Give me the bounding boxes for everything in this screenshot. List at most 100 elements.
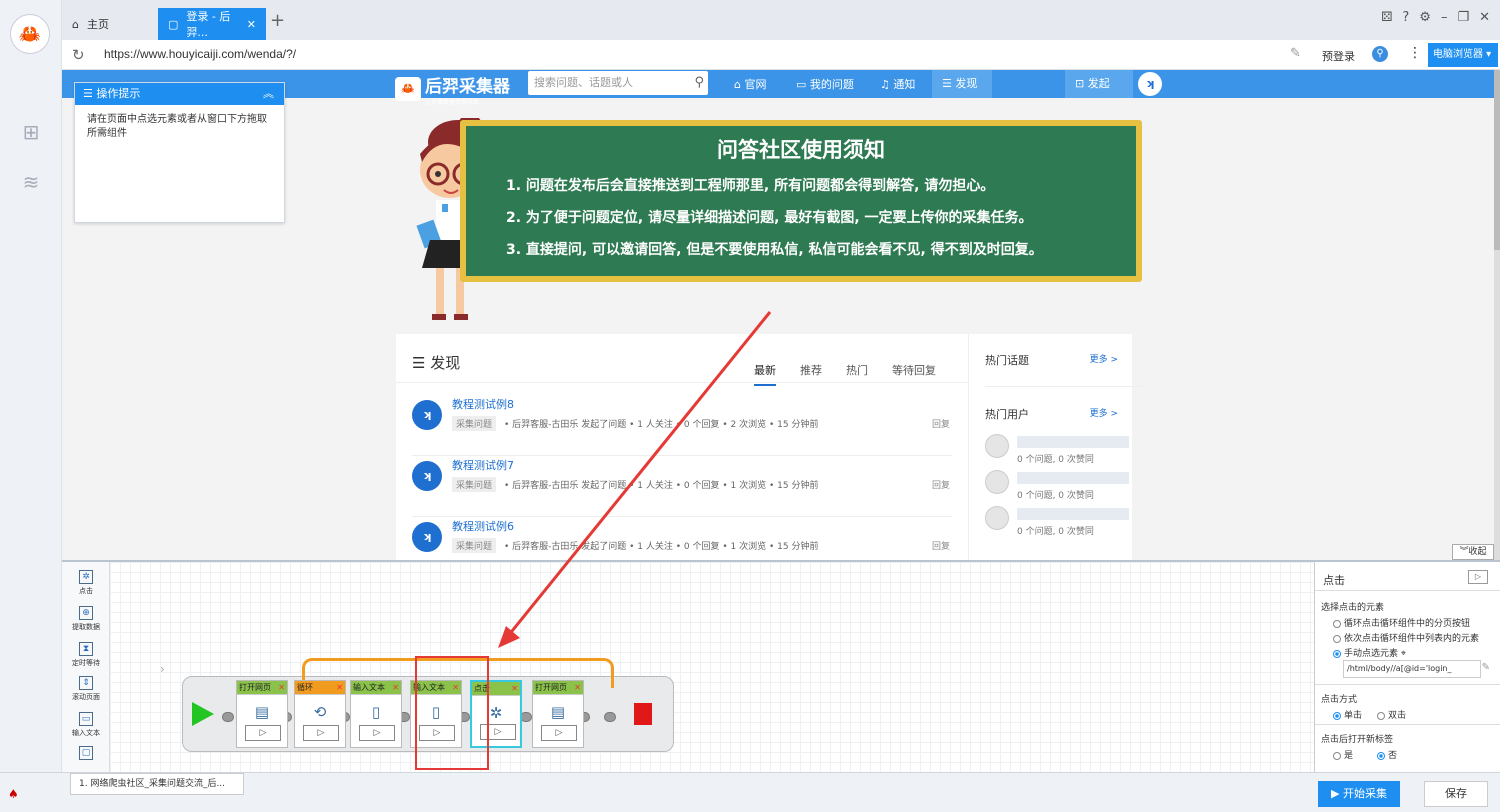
nav-notifications[interactable]: ♫ 通知 — [880, 76, 915, 92]
extension-icon[interactable]: ⚲ — [1372, 46, 1388, 62]
nav-my-questions[interactable]: ▭ 我的问题 — [796, 76, 854, 92]
new-tab-label: 点击后打开新标签 — [1321, 735, 1394, 745]
tool-scroll[interactable]: ⇕ 滚动页面 — [68, 676, 104, 702]
prelogin-button[interactable]: 预登录 — [1322, 48, 1355, 64]
text-input-icon: ▭ — [79, 712, 93, 726]
tool-more[interactable]: ▢ — [68, 746, 104, 762]
site-logo[interactable]: 🦀 后羿采集器 让采集数据变得简单 — [395, 72, 510, 106]
question-meta: • 后羿客服-古田乐 发起了问题 • 1 人关注 • 0 个回复 • 1 次浏览… — [504, 542, 819, 552]
tool-wait[interactable]: ⧗ 定时等待 — [68, 642, 104, 668]
restore-icon[interactable]: ❐ — [1457, 10, 1469, 25]
start-node[interactable] — [186, 682, 220, 746]
avatar[interactable] — [985, 506, 1009, 530]
question-meta: • 后羿客服-古田乐 发起了问题 • 1 人关注 • 0 个回复 • 2 次浏览… — [504, 420, 819, 430]
edit-icon[interactable]: ✎ — [1482, 662, 1490, 673]
user-avatar[interactable]: ʞ — [1138, 72, 1162, 96]
topic-tag[interactable]: 采集问题 — [452, 477, 497, 492]
start-collect-button[interactable]: ▶ 开始采集 — [1318, 781, 1400, 807]
close-icon[interactable]: ✕ — [336, 681, 343, 695]
avatar[interactable]: ʞ — [412, 461, 442, 491]
preview-play-icon[interactable]: ▷ — [245, 725, 281, 741]
flow-canvas[interactable]: › 打开网页✕ ▤ ▷ 循环✕ ⟲ ▷ 输入文本✕ ▯ ▷ 输入文本✕ — [110, 562, 1314, 774]
step-input-text[interactable]: 输入文本 ✕ ▯ ▷ — [350, 680, 402, 748]
hourglass-icon: ⧗ — [79, 642, 93, 656]
search-icon[interactable]: ⚲ — [694, 71, 704, 95]
option-new-tab-no[interactable]: 否 — [1377, 748, 1397, 761]
test-run-button[interactable]: ▷ — [1468, 570, 1488, 584]
window-controls: ⚄ ? ⚙ – ❐ ✕ — [1381, 10, 1490, 25]
preview-play-icon[interactable]: ▷ — [541, 725, 577, 741]
option-new-tab-yes[interactable]: 是 — [1333, 748, 1353, 761]
tab-awaiting-reply[interactable]: 等待回复 — [892, 362, 936, 378]
avatar[interactable] — [985, 434, 1009, 458]
reload-icon[interactable]: ↻ — [72, 46, 85, 64]
option-double-click[interactable]: 双击 — [1377, 708, 1406, 721]
stop-node[interactable] — [626, 682, 660, 746]
topic-tag[interactable]: 采集问题 — [452, 416, 497, 431]
tool-click[interactable]: ✲ 点击 — [68, 570, 104, 596]
avatar[interactable]: ʞ — [412, 522, 442, 552]
user-stats: 0 个问题, 0 次赞同 — [1017, 527, 1094, 537]
more-users-link[interactable]: 更多 > — [1090, 406, 1118, 419]
step-open-webpage[interactable]: 打开网页 ✕ ▤ ▷ — [532, 680, 584, 748]
step-loop[interactable]: 循环 ✕ ⟲ ▷ — [294, 680, 346, 748]
save-button[interactable]: 保存 — [1424, 781, 1488, 807]
preview-play-icon[interactable]: ▷ — [303, 725, 339, 741]
close-window-icon[interactable]: ✕ — [1479, 10, 1490, 25]
browser-mode-dropdown[interactable]: 电脑浏览器 ▾ — [1428, 43, 1498, 67]
url-field[interactable]: https://www.houyicaiji.com/wenda/?/ — [104, 47, 296, 61]
option-pagination[interactable]: 循环点击循环组件中的分页按钮 — [1333, 616, 1470, 629]
qq-icon[interactable]: ♠ — [8, 787, 19, 801]
reply-link[interactable]: 回复 — [932, 478, 950, 491]
reply-link[interactable]: 回复 — [932, 417, 950, 430]
help-icon[interactable]: ? — [1402, 10, 1409, 25]
task-tab[interactable]: 1. 网络爬虫社区_采集问题交流_后... — [70, 773, 244, 795]
avatar[interactable] — [985, 470, 1009, 494]
more-icon[interactable]: ⋮ — [1408, 45, 1422, 61]
gear-icon[interactable]: ⚙ — [1419, 10, 1431, 25]
nav-discover[interactable]: ☰ 发现 — [932, 70, 992, 98]
option-manual-select[interactable]: 手动点选元素 ⌖ — [1333, 646, 1406, 659]
option-single-click[interactable]: 单击 — [1333, 708, 1362, 721]
expand-chevron-icon[interactable]: › — [160, 662, 165, 676]
user-row: 0 个问题, 0 次赞同 — [985, 470, 1135, 506]
webpage-icon: ▤ — [254, 703, 270, 721]
tool-extract-data[interactable]: ⊕ 提取数据 — [68, 606, 104, 632]
minimize-icon[interactable]: – — [1441, 10, 1448, 25]
doc-icon: ▯ — [371, 703, 381, 721]
tab-home[interactable]: ⌂ 主页 — [62, 8, 158, 40]
tab-recommended[interactable]: 推荐 — [800, 362, 822, 378]
nav-official[interactable]: ⌂ 官网 — [734, 76, 766, 92]
close-icon[interactable]: ✕ — [392, 681, 399, 695]
close-icon[interactable]: ✕ — [247, 18, 256, 31]
layers-icon[interactable]: ≋ — [19, 170, 43, 194]
option-list-elements[interactable]: 依次点击循环组件中列表内的元素 — [1333, 631, 1479, 644]
close-icon[interactable]: ✕ — [511, 682, 518, 696]
preview-play-icon[interactable]: ▷ — [359, 725, 395, 741]
app-logo[interactable]: 🦀 — [10, 14, 50, 54]
question-title[interactable]: 教程测试例6 — [452, 518, 514, 534]
reply-link[interactable]: 回复 — [932, 539, 950, 552]
tab-hot[interactable]: 热门 — [846, 362, 868, 378]
tips-header[interactable]: ☰ 操作提示 ︽ — [75, 83, 284, 105]
site-search-input[interactable]: 搜索问题、话题或人 ⚲ — [528, 71, 708, 95]
tab-login[interactable]: ▢ 登录 - 后羿... ✕ — [158, 8, 266, 40]
topic-tag[interactable]: 采集问题 — [452, 538, 497, 553]
close-icon[interactable]: ✕ — [278, 681, 285, 695]
question-title[interactable]: 教程测试例8 — [452, 396, 514, 412]
avatar[interactable]: ʞ — [412, 400, 442, 430]
xpath-input[interactable]: /html/body//a[@id='login_ — [1343, 660, 1481, 678]
page-scrollbar[interactable] — [1494, 70, 1500, 560]
nav-post-button[interactable]: ⊡ 发起 — [1065, 70, 1133, 98]
edit-icon[interactable]: ✎ — [1290, 46, 1301, 61]
new-task-icon[interactable]: ⊞ — [19, 120, 43, 144]
close-icon[interactable]: ✕ — [574, 681, 581, 695]
collapse-button[interactable]: ︾收起 — [1452, 544, 1494, 560]
more-topics-link[interactable]: 更多 > — [1090, 352, 1118, 365]
step-open-webpage[interactable]: 打开网页 ✕ ▤ ▷ — [236, 680, 288, 748]
question-title[interactable]: 教程测试例7 — [452, 457, 514, 473]
collapse-up-icon[interactable]: ︽ — [263, 83, 274, 105]
gift-icon[interactable]: ⚄ — [1381, 10, 1392, 25]
new-tab-button[interactable]: + — [270, 10, 285, 31]
tool-input-text[interactable]: ▭ 输入文本 — [68, 712, 104, 738]
